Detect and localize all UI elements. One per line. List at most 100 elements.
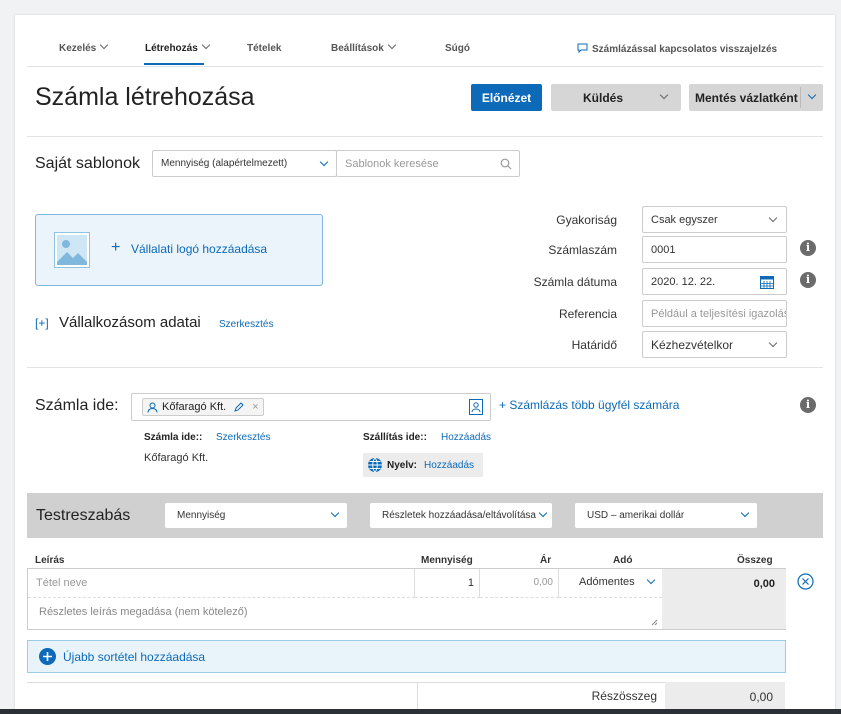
resize-handle-icon[interactable] (651, 619, 658, 626)
contact-card-icon[interactable] (469, 399, 483, 415)
col-tax-header: Adó (613, 555, 633, 566)
business-toggle[interactable]: [+] (35, 316, 49, 330)
subtotal-label: Részösszeg (591, 689, 657, 703)
item-name-placeholder: Tétel neve (36, 577, 88, 589)
send-button[interactable]: Küldés (551, 84, 681, 111)
add-logo-label: Vállalati logó hozzáadása (131, 242, 268, 256)
preview-button[interactable]: Előnézet (471, 84, 542, 111)
chevron-down-icon (768, 338, 778, 348)
remove-line-icon[interactable] (797, 573, 814, 590)
divider (27, 367, 823, 368)
frequency-select[interactable]: Csak egyszer (642, 206, 787, 233)
plus-icon: + (111, 239, 121, 256)
chevron-down-icon (201, 40, 211, 50)
invoice-number-value: 0001 (651, 243, 676, 256)
feedback-label: Számlázással kapcsolatos visszajelzés (592, 44, 778, 55)
language-add-link[interactable]: Hozzáadás (424, 460, 474, 471)
chevron-down-icon (740, 508, 750, 518)
info-icon[interactable]: i (800, 272, 816, 288)
comment-icon (577, 43, 588, 54)
divider (27, 66, 823, 67)
shipto-title: Szállítás ide:: (363, 432, 427, 443)
calendar-icon[interactable] (760, 275, 774, 289)
save-draft-button[interactable]: Mentés vázlatként (689, 84, 823, 111)
billto-title: Számla ide:: (144, 432, 203, 443)
customer-chip: Kőfaragó Kft. × (142, 398, 264, 416)
line-item-row: Tétel neve 1 0,00 Adómentes 0,00 Részlet… (27, 568, 786, 630)
item-qty-value: 1 (467, 577, 474, 589)
remove-chip-icon[interactable]: × (252, 401, 258, 413)
nav-label: Kezelés (59, 43, 97, 54)
add-logo-box[interactable]: + Vállalati logó hozzáadása (35, 214, 323, 286)
chevron-down-icon (768, 213, 778, 223)
language-title: Nyelv: (387, 459, 418, 471)
template-select[interactable]: Mennyiség (alapértelmezett) (152, 150, 337, 177)
frequency-label: Gyakoriság (556, 213, 617, 227)
col-price-header: Ár (540, 555, 552, 566)
nav-sugo[interactable]: Súgó (445, 43, 470, 54)
due-label: Határidő (571, 338, 617, 352)
invoice-number-input[interactable]: 0001 (642, 236, 787, 263)
chevron-down-icon (330, 508, 340, 518)
col-qty-header: Mennyiség (421, 555, 473, 566)
nav-beallitasok[interactable]: Beállítások (331, 40, 397, 54)
invoice-date-input[interactable]: 2020. 12. 22. (642, 268, 787, 295)
currency-select-value: USD – amerikai dollár (587, 510, 685, 521)
quantity-select[interactable]: Mennyiség (165, 503, 347, 528)
add-line-button[interactable]: Újabb sortétel hozzáadása (27, 640, 786, 673)
info-icon[interactable]: i (800, 397, 816, 413)
customize-bar: Testreszabás Mennyiség Részletek hozzáad… (27, 493, 823, 538)
chevron-down-icon (319, 157, 329, 167)
chevron-down-icon (100, 40, 109, 50)
template-search-input[interactable]: Sablonok keresése (336, 150, 520, 177)
nav-letrehozas[interactable]: Létrehozás (145, 40, 211, 54)
chevron-down-icon (659, 90, 669, 100)
due-select[interactable]: Kézhezvételkor (642, 331, 787, 358)
col-desc-header: Leírás (35, 555, 65, 566)
item-tax-select[interactable]: Adómentes (559, 569, 662, 598)
due-value: Kézhezvételkor (651, 337, 734, 352)
item-price-value: 0,00 (533, 577, 553, 588)
nav-label: Létrehozás (145, 43, 198, 54)
reference-input[interactable]: Például a teljesítési igazolás (642, 300, 787, 327)
currency-select[interactable]: USD – amerikai dollár (575, 503, 757, 528)
templates-label: Saját sablonok (35, 155, 140, 172)
shipto-add-link[interactable]: Hozzáadás (441, 432, 491, 443)
reference-label: Referencia (558, 307, 617, 321)
pencil-icon[interactable] (234, 402, 244, 412)
chevron-down-icon (807, 90, 817, 100)
image-icon (54, 232, 90, 268)
business-title: Vállalkozásom adatai (59, 314, 201, 331)
language-box: Nyelv: Hozzáadás (363, 453, 483, 477)
details-select-value: Részletek hozzáadása/eltávolítása (382, 510, 536, 521)
nav-kezeles[interactable]: Kezelés (59, 40, 109, 54)
invoice-date-label: Számla dátuma (533, 275, 617, 289)
customer-chip-label: Kőfaragó Kft. (162, 401, 227, 413)
details-select[interactable]: Részletek hozzáadása/eltávolítása (370, 503, 552, 528)
globe-icon (368, 457, 382, 473)
info-icon[interactable]: i (800, 240, 816, 256)
reference-placeholder: Például a teljesítési igazolás (651, 307, 787, 320)
feedback-link[interactable]: Számlázással kapcsolatos visszajelzés (577, 43, 777, 55)
bill-to-label: Számla ide: (35, 397, 119, 414)
item-description-placeholder: Részletes leírás megadása (nem kötelező) (39, 606, 248, 618)
quantity-select-value: Mennyiség (177, 510, 226, 521)
customer-input[interactable]: Kőfaragó Kft. × (131, 393, 491, 421)
item-price-input[interactable]: 0,00 (480, 569, 559, 598)
send-label: Küldés (583, 90, 624, 105)
billto-edit-link[interactable]: Szerkesztés (216, 432, 270, 443)
nav-tetelek[interactable]: Tételek (247, 43, 281, 54)
page-title: Számla létrehozása (35, 83, 255, 111)
item-description-input[interactable]: Részletes leírás megadása (nem kötelező) (28, 598, 662, 629)
nav-label: Beállítások (331, 43, 384, 54)
item-qty-input[interactable]: 1 (415, 569, 480, 598)
template-select-value: Mennyiség (alapértelmezett) (161, 158, 288, 169)
bill-multiple-link[interactable]: + Számlázás több ügyfél számára (499, 398, 679, 412)
item-name-input[interactable]: Tétel neve (28, 569, 415, 598)
active-tab-underline (144, 63, 204, 65)
chevron-down-icon (646, 575, 656, 585)
item-amount-value: 0,00 (753, 578, 775, 590)
invoice-number-label: Számlaszám (548, 243, 617, 257)
person-icon (147, 402, 158, 413)
business-edit-link[interactable]: Szerkesztés (219, 319, 273, 330)
